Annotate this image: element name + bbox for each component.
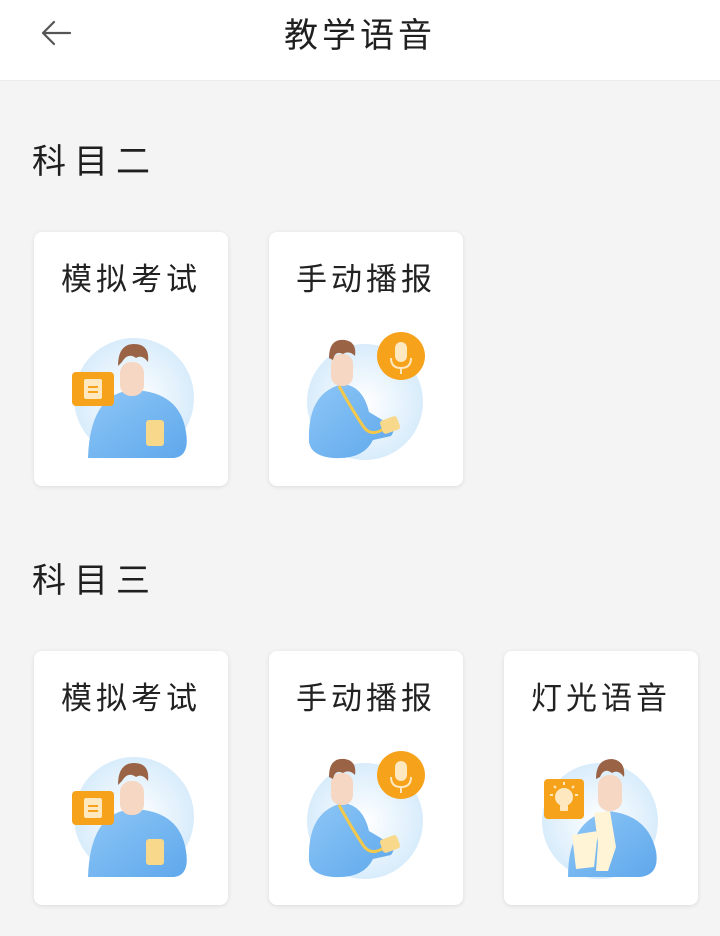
- page-title: 教学语音: [284, 16, 436, 56]
- card-label: 手动播报: [296, 262, 436, 298]
- card-label: 模拟考试: [61, 681, 201, 717]
- mock-exam-illustration: [58, 332, 208, 462]
- card-subject-two-manual-broadcast[interactable]: 手动播报: [269, 232, 463, 486]
- card-subject-three-light-voice[interactable]: 灯光语音: [504, 651, 698, 905]
- section-title-subject-two: 科目二: [32, 142, 158, 182]
- light-voice-illustration: [528, 751, 678, 881]
- manual-broadcast-illustration: [293, 751, 443, 881]
- card-subject-three-manual-broadcast[interactable]: 手动播报: [269, 651, 463, 905]
- card-label: 灯光语音: [531, 681, 671, 717]
- card-subject-three-mock-exam[interactable]: 模拟考试: [34, 651, 228, 905]
- mock-exam-illustration: [58, 751, 208, 881]
- card-subject-two-mock-exam[interactable]: 模拟考试: [34, 232, 228, 486]
- card-label: 模拟考试: [61, 262, 201, 298]
- manual-broadcast-illustration: [293, 332, 443, 462]
- top-bar: 教学语音: [0, 0, 720, 81]
- card-label: 手动播报: [296, 681, 436, 717]
- section-title-subject-three: 科目三: [32, 561, 158, 601]
